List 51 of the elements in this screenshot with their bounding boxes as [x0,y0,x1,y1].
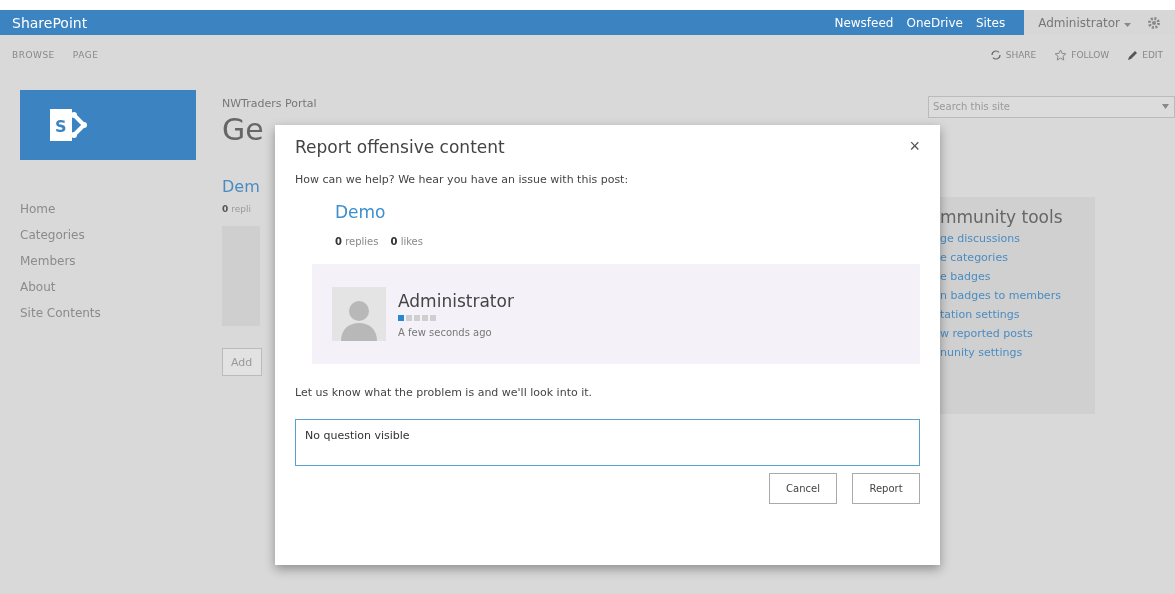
nav-link[interactable]: Site Contents [20,306,101,320]
settings-icon[interactable] [1147,15,1161,30]
suite-link[interactable]: Sites [975,15,1006,30]
tool-link[interactable]: tation settings [940,308,1020,321]
panel-heading: mmunity tools [940,207,1064,227]
tool-link[interactable]: ge discussions [940,232,1020,245]
user-menu[interactable]: Administrator [1038,15,1131,30]
follow-button[interactable]: FOLLOW [1054,49,1110,61]
cancel-button[interactable]: Cancel [769,473,837,504]
site-logo[interactable]: S [20,90,196,160]
caret-icon[interactable] [1162,104,1169,109]
pencil-icon [1127,49,1139,61]
page-title: Ge [222,112,264,147]
post-stat: 0 replies [335,236,379,247]
dialog-title: Report offensive content [295,137,505,157]
nav-link[interactable]: About [20,280,56,294]
post-title[interactable]: Demo [335,202,386,222]
tool-link[interactable]: e categories [940,251,1008,264]
logo-letter: S [55,117,67,136]
search-field[interactable]: Search this site [928,95,1175,118]
author-name[interactable]: Administrator [398,290,514,311]
logo-mark-drawing [50,109,87,141]
nav-link[interactable]: Members [20,254,76,268]
nav-link[interactable]: Categories [20,228,85,242]
caret-icon [1124,22,1131,27]
suite-link[interactable]: Newsfeed [834,15,894,30]
answer-field[interactable]: No question visible [295,419,920,466]
breadcrumb-link[interactable]: NWTraders Portal [222,97,317,110]
tool-link[interactable]: nunity settings [940,346,1023,359]
tool-link[interactable]: n badges to members [940,289,1061,302]
share-button[interactable]: SHARE [989,49,1037,61]
tool-link[interactable]: e badges [940,270,991,283]
post-stats: 0 repli [222,204,251,214]
ribbon-tab[interactable]: PAGE [72,50,99,60]
edit-button[interactable]: EDIT [1127,49,1163,61]
post-stat: 0 likes [390,236,423,247]
tool-link[interactable]: w reported posts [940,327,1033,340]
post-title[interactable]: Dem [222,177,260,196]
ribbon-tab[interactable]: BROWSE [12,50,55,60]
suite-link[interactable]: OneDrive [906,15,963,30]
brand-title[interactable]: SharePoint [12,14,835,31]
avatar-silhouette [332,287,386,341]
report-button[interactable]: Report [852,473,920,504]
nav-link[interactable]: Home [20,202,56,216]
post-time: A few seconds ago [398,326,493,338]
add-button[interactable]: Add [222,348,262,376]
intro-text: How can we help? We hear you have an issue with this post: [295,173,630,186]
prompt-text: Let us know what the problem is and we'll look into it. [295,386,594,399]
close-button[interactable]: × [909,137,920,155]
star-icon [1054,49,1068,61]
sync-icon [989,49,1002,61]
